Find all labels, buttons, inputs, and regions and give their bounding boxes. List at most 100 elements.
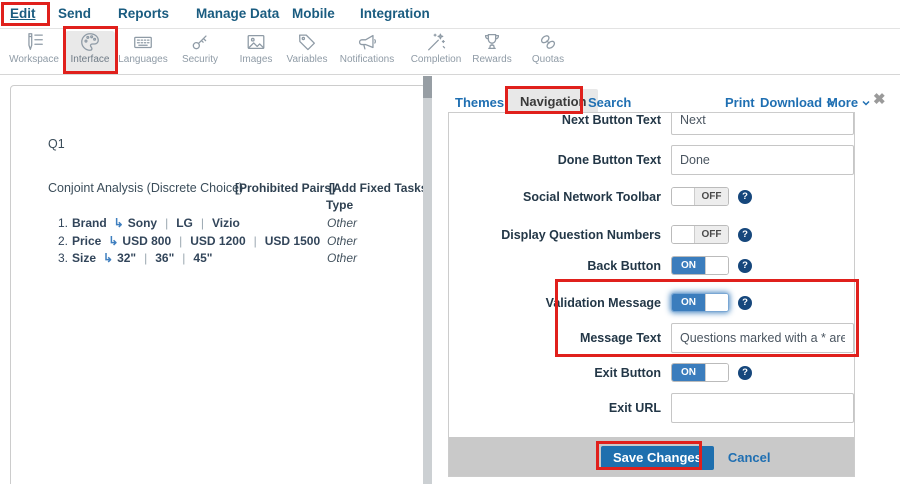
vertical-scrollbar-thumb[interactable]	[423, 76, 432, 98]
back-button-toggle[interactable]: ON	[671, 256, 729, 275]
toggle-state-label: OFF	[695, 226, 728, 243]
display-question-numbers-toggle[interactable]: OFF	[671, 225, 729, 244]
trophy-icon	[481, 31, 503, 53]
form-row-done-button-text: Done Button Text	[449, 145, 854, 175]
toolbar-item-quotas[interactable]: Quotas	[515, 31, 581, 72]
attribute-row: 3. Size ↳ 32" | 36" | 45"	[58, 251, 212, 265]
nav-item-mobile[interactable]: Mobile	[292, 6, 335, 21]
message-text-input[interactable]	[671, 323, 854, 353]
toolbar-item-interface[interactable]: Interface	[65, 31, 115, 72]
toggle-thumb	[705, 364, 728, 381]
tab-navigation[interactable]: Navigation	[508, 89, 598, 114]
print-link[interactable]: Print	[725, 95, 755, 110]
field-label: Display Question Numbers	[449, 228, 661, 242]
help-icon[interactable]: ?	[738, 190, 752, 204]
more-menu[interactable]: More	[827, 95, 871, 110]
attribute-level: Vizio	[212, 216, 240, 230]
toolbar-label: Languages	[118, 54, 168, 65]
field-label: Done Button Text	[449, 153, 661, 167]
attribute-number: 1.	[58, 216, 72, 230]
tab-themes[interactable]: Themes	[455, 95, 504, 110]
attribute-level: USD 800	[122, 234, 171, 248]
navigation-settings-form: Next Button Text Done Button Text Social…	[448, 112, 855, 477]
toggle-thumb	[705, 294, 728, 311]
level-separator: |	[179, 234, 182, 248]
attribute-type: Other	[327, 216, 357, 230]
next-button-text-input[interactable]	[671, 112, 854, 135]
survey-preview-panel: Q1 Conjoint Analysis (Discrete Choice) […	[10, 85, 426, 484]
attribute-level: USD 1200	[190, 234, 245, 248]
print-label: Print	[725, 95, 755, 110]
attribute-name: Brand	[72, 216, 107, 230]
form-row-exit-button: Exit Button ON ?	[449, 363, 854, 382]
image-icon	[245, 31, 267, 53]
attribute-name: Size	[72, 251, 96, 265]
branch-arrow-icon: ↳	[103, 251, 113, 265]
form-row-back-button: Back Button ON ?	[449, 256, 854, 275]
nav-item-manage-data[interactable]: Manage Data	[196, 6, 279, 21]
nav-item-edit[interactable]: Edit	[10, 6, 36, 21]
toolbar-item-workspace[interactable]: Workspace	[1, 31, 67, 72]
cancel-link[interactable]: Cancel	[728, 450, 771, 465]
level-separator: |	[165, 216, 168, 230]
exit-button-toggle[interactable]: ON	[671, 363, 729, 382]
magic-wand-icon	[425, 31, 447, 53]
form-row-exit-url: Exit URL	[449, 393, 854, 423]
more-label: More	[827, 95, 858, 110]
level-separator: |	[201, 216, 204, 230]
prohibited-pairs-link[interactable]: [Prohibited Pairs]	[235, 181, 335, 195]
question-type-title: Conjoint Analysis (Discrete Choice)	[48, 181, 243, 195]
toggle-state-label: ON	[672, 257, 705, 274]
help-icon[interactable]: ?	[738, 259, 752, 273]
field-label: Back Button	[449, 259, 661, 273]
help-icon[interactable]: ?	[738, 228, 752, 242]
palette-icon	[79, 31, 101, 53]
tab-search[interactable]: Search	[588, 95, 631, 110]
toolbar-label: Security	[182, 54, 218, 65]
attribute-level: 45"	[193, 251, 212, 265]
save-changes-button[interactable]: Save Changes	[601, 446, 714, 470]
toolbar-item-notifications[interactable]: Notifications	[334, 31, 400, 72]
edit-toolbar: Workspace Interface Languages Security	[0, 29, 900, 75]
form-row-next-button-text: Next Button Text	[449, 112, 854, 135]
field-label: Next Button Text	[449, 113, 661, 127]
download-menu[interactable]: Download	[760, 95, 835, 110]
question-id: Q1	[48, 137, 65, 151]
toggle-thumb	[705, 257, 728, 274]
pen-list-icon	[23, 31, 45, 53]
done-button-text-input[interactable]	[671, 145, 854, 175]
help-icon[interactable]: ?	[738, 296, 752, 310]
nav-item-send[interactable]: Send	[58, 6, 91, 21]
vertical-scrollbar-track[interactable]	[423, 76, 432, 484]
nav-item-integration[interactable]: Integration	[360, 6, 430, 21]
exit-url-input[interactable]	[671, 393, 854, 423]
toolbar-label: Workspace	[9, 54, 59, 65]
toolbar-label: Rewards	[472, 54, 511, 65]
toggle-state-label: OFF	[695, 188, 728, 205]
toggle-state-label: ON	[672, 294, 705, 311]
toolbar-item-variables[interactable]: Variables	[274, 31, 340, 72]
close-icon[interactable]: ✖	[873, 90, 886, 108]
level-separator: |	[254, 234, 257, 248]
validation-message-toggle[interactable]: ON	[671, 293, 729, 312]
form-row-social-network-toolbar: Social Network Toolbar OFF ?	[449, 187, 854, 206]
branch-arrow-icon: ↳	[108, 234, 118, 248]
field-label: Validation Message	[449, 296, 661, 310]
form-row-display-question-numbers: Display Question Numbers OFF ?	[449, 225, 854, 244]
field-label: Exit URL	[449, 401, 661, 415]
help-icon[interactable]: ?	[738, 366, 752, 380]
toggle-thumb	[672, 226, 695, 243]
field-label: Message Text	[449, 331, 661, 345]
toolbar-label: Variables	[287, 54, 328, 65]
tag-icon	[296, 31, 318, 53]
form-footer: Save Changes Cancel	[449, 437, 854, 477]
toggle-state-label: ON	[672, 364, 705, 381]
nav-item-reports[interactable]: Reports	[118, 6, 169, 21]
attribute-row: 1. Brand ↳ Sony | LG | Vizio	[58, 216, 240, 230]
social-network-toolbar-toggle[interactable]: OFF	[671, 187, 729, 206]
attribute-row: 2. Price ↳ USD 800 | USD 1200 | USD 1500	[58, 234, 320, 248]
chevron-down-icon	[861, 99, 871, 107]
chain-link-icon	[537, 31, 559, 53]
keyboard-icon	[132, 31, 154, 53]
add-fixed-tasks-link[interactable]: [Add Fixed Tasks	[329, 181, 426, 195]
